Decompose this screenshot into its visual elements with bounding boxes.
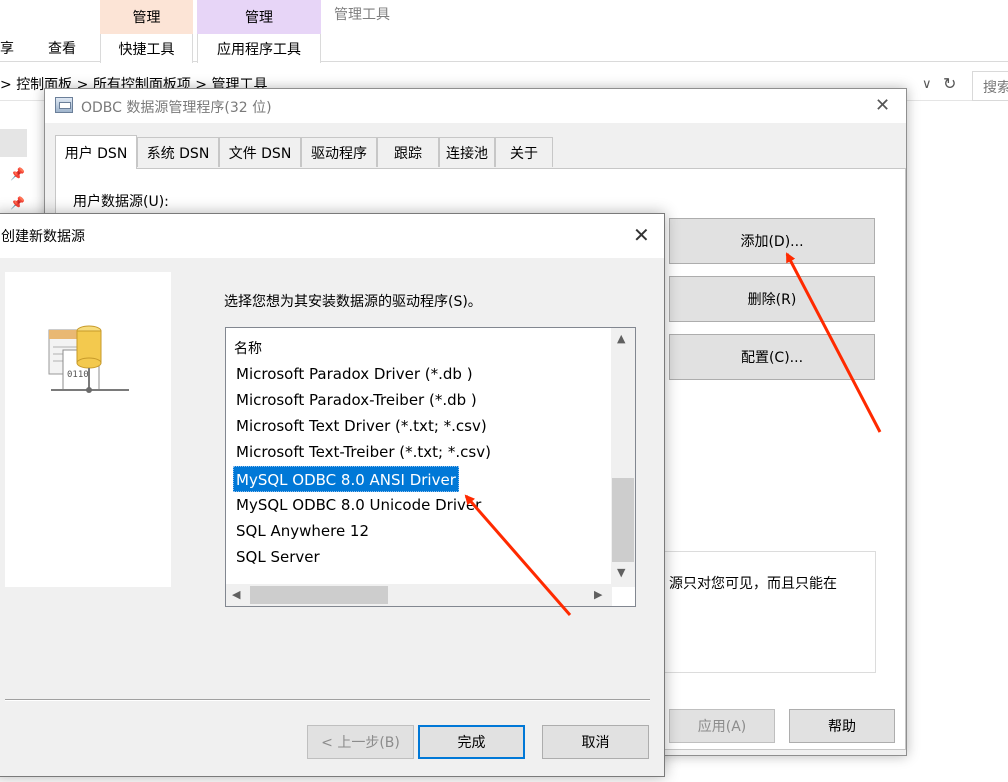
help-button[interactable]: 帮助 xyxy=(789,709,895,743)
tab-tracing[interactable]: 跟踪 xyxy=(377,137,439,167)
tab-connection-pooling[interactable]: 连接池 xyxy=(439,137,495,167)
refresh-icon[interactable]: ↻ xyxy=(943,74,956,93)
add-button[interactable]: 添加(D)... xyxy=(669,218,875,264)
list-item[interactable]: MySQL ODBC 8.0 Unicode Driver xyxy=(234,492,483,518)
scroll-right-icon[interactable]: ▶ xyxy=(594,588,602,601)
tab-system-dsn[interactable]: 系统 DSN xyxy=(137,137,219,167)
odbc-app-icon xyxy=(55,97,73,113)
ribbon-tab-shortcut-tools[interactable]: 快捷工具 xyxy=(100,34,193,63)
tab-about[interactable]: 关于 xyxy=(495,137,553,167)
ribbon-context-tab-manage-app[interactable]: 管理 xyxy=(197,0,321,34)
create-dialog-title: 创建新数据源 xyxy=(1,229,85,245)
tab-file-dsn[interactable]: 文件 DSN xyxy=(219,137,301,167)
list-item[interactable]: SQL Server xyxy=(234,544,322,570)
ribbon-context-tab-manage-shortcut[interactable]: 管理 xyxy=(100,0,193,34)
back-button[interactable]: < 上一步(B) xyxy=(307,725,414,759)
ribbon-tab-view[interactable]: 查看 xyxy=(48,38,76,58)
odbc-window-title: ODBC 数据源管理程序(32 位) xyxy=(81,100,272,116)
create-new-data-source-dialog: 创建新数据源 ✕ 0110 选择您想为其安装数据源的驱动程序(S)。 名称 Mi… xyxy=(0,213,665,777)
database-driver-icon: 0110 xyxy=(48,325,129,393)
ribbon-tab-app-tools[interactable]: 应用程序工具 xyxy=(197,34,321,63)
chevron-down-icon[interactable]: ∨ xyxy=(922,77,932,92)
delete-button[interactable]: 删除(R) xyxy=(669,276,875,322)
list-column-header: 名称 xyxy=(234,341,262,357)
driver-listbox[interactable]: 名称 Microsoft Paradox Driver (*.db ) Micr… xyxy=(225,327,636,607)
driver-select-prompt: 选择您想为其安装数据源的驱动程序(S)。 xyxy=(224,294,482,310)
description-text: 源只对您可见，而且只能在 xyxy=(669,576,837,592)
scroll-left-icon[interactable]: ◀ xyxy=(232,588,240,601)
svg-text:0110: 0110 xyxy=(67,370,89,380)
search-input[interactable]: 搜索 xyxy=(972,71,1008,101)
list-item[interactable]: SQL Anywhere 12 xyxy=(234,518,371,544)
tab-user-dsn[interactable]: 用户 DSN xyxy=(55,135,137,169)
dialog-separator-highlight xyxy=(5,700,650,701)
list-item-selected[interactable]: MySQL ODBC 8.0 ANSI Driver xyxy=(233,466,459,492)
scroll-down-icon[interactable]: ▼ xyxy=(617,566,625,579)
pin-icon[interactable]: 📌 xyxy=(10,196,25,210)
apply-button[interactable]: 应用(A) xyxy=(669,709,775,743)
ribbon-context-title: 管理工具 xyxy=(334,7,390,23)
create-dialog-title-bar[interactable] xyxy=(0,214,664,258)
list-item[interactable]: Microsoft Paradox Driver (*.db ) xyxy=(234,361,475,387)
scroll-up-icon[interactable]: ▲ xyxy=(617,332,625,345)
horizontal-scroll-thumb[interactable] xyxy=(250,586,388,604)
list-item[interactable]: Microsoft Text Driver (*.txt; *.csv) xyxy=(234,413,489,439)
tab-drivers[interactable]: 驱动程序 xyxy=(301,137,377,167)
configure-button[interactable]: 配置(C)... xyxy=(669,334,875,380)
list-item[interactable]: Microsoft Text-Treiber (*.txt; *.csv) xyxy=(234,439,493,465)
list-item[interactable]: Microsoft Paradox-Treiber (*.db ) xyxy=(234,387,479,413)
wizard-side-art: 0110 xyxy=(5,272,171,587)
ribbon-tab-share[interactable]: 享 xyxy=(0,38,14,58)
user-data-sources-label: 用户数据源(U): xyxy=(73,194,169,210)
cancel-button[interactable]: 取消 xyxy=(542,725,649,759)
description-box: 源只对您可见，而且只能在 xyxy=(662,551,876,673)
pin-icon[interactable]: 📌 xyxy=(10,167,25,181)
vertical-scroll-thumb[interactable] xyxy=(612,478,634,562)
finish-button[interactable]: 完成 xyxy=(418,725,525,759)
close-icon[interactable]: ✕ xyxy=(633,223,650,247)
breadcrumb-separator-icon: > xyxy=(0,77,12,93)
close-icon[interactable]: ✕ xyxy=(875,95,890,116)
nav-pane-selected-item[interactable] xyxy=(0,129,27,157)
